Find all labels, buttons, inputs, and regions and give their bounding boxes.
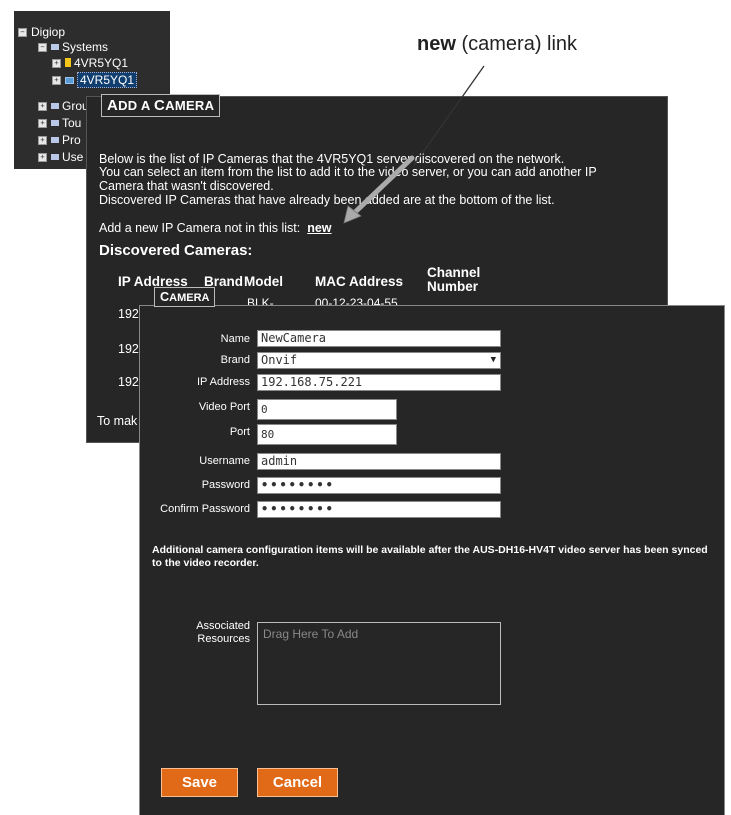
server-icon — [65, 58, 71, 68]
folder-icon — [51, 102, 59, 109]
tree-node-tours[interactable]: + Tou — [38, 115, 81, 131]
folder-icon — [51, 43, 59, 50]
camera-form-panel: Name NewCamera Brand Onvif ▼ IP Address … — [139, 305, 725, 815]
confirm-password-input[interactable]: •••••••• — [257, 501, 501, 518]
footer-text: To mak — [97, 414, 138, 428]
tree-label: 4VR5YQ1 — [74, 56, 129, 70]
expand-icon[interactable]: + — [38, 136, 47, 146]
port-value: 80 — [261, 428, 275, 441]
row-2-ip[interactable]: 192 — [118, 342, 139, 356]
tree-node-systems[interactable]: − Systems — [38, 39, 108, 55]
discovered-cameras-heading: Discovered Cameras: — [99, 242, 253, 259]
video-port-value: 0 — [261, 403, 268, 416]
save-button[interactable]: Save — [161, 768, 238, 797]
col-channel-number[interactable]: Channel Number — [427, 266, 480, 294]
resources-label-line-1: Associated — [196, 620, 250, 632]
col-channel-line-2: Number — [427, 279, 479, 294]
ip-address-label: IP Address — [197, 376, 250, 388]
row-1-ip[interactable]: 192 — [118, 307, 139, 321]
add-camera-title: ADD A CAMERA — [101, 94, 221, 117]
camera-title: CAMERA — [154, 287, 216, 307]
tree-label: Pro — [62, 133, 81, 147]
cancel-button[interactable]: Cancel — [257, 768, 338, 797]
name-input[interactable]: NewCamera — [257, 330, 501, 347]
collapse-icon[interactable]: − — [38, 43, 47, 53]
tree-label: Use — [62, 150, 84, 164]
expand-icon[interactable]: + — [38, 102, 47, 112]
tree-label: Digiop — [31, 25, 66, 39]
chevron-down-icon: ▼ — [490, 355, 496, 365]
tree-node-server-2[interactable]: +4VR5YQ1 — [52, 72, 138, 88]
col-channel-line-1: Channel — [427, 265, 481, 280]
associated-resources-label: Associated Resources — [140, 620, 250, 646]
tree-node-groups[interactable]: + Grou — [38, 98, 89, 114]
intro-text-3: Camera that wasn't discovered. — [99, 179, 274, 193]
tree-node-profiles[interactable]: + Pro — [38, 132, 81, 148]
intro-text-2: You can select an item from the list to … — [99, 165, 597, 179]
tree-node-digiop[interactable]: − Digiop — [18, 24, 65, 40]
intro-text-4: Discovered IP Cameras that have already … — [99, 193, 555, 207]
expand-icon[interactable]: + — [38, 153, 47, 163]
brand-label: Brand — [220, 354, 250, 366]
tree-node-server-1[interactable]: +4VR5YQ1 — [52, 55, 128, 71]
tree-label-selected: 4VR5YQ1 — [77, 72, 138, 88]
folder-icon — [51, 119, 59, 126]
sync-note: Additional camera configuration items wi… — [152, 544, 708, 569]
brand-value: Onvif — [261, 353, 298, 367]
tree-label: Tou — [62, 116, 82, 130]
add-new-label: Add a new IP Camera not in this list: — [99, 221, 301, 235]
collapse-icon[interactable]: − — [18, 28, 27, 38]
confirm-password-label: Confirm Password — [160, 503, 250, 515]
brand-select[interactable]: Onvif ▼ — [257, 352, 501, 369]
port-label: Port — [229, 426, 250, 438]
folder-icon — [51, 153, 59, 160]
annotation-bold: new — [417, 33, 456, 55]
tree-label: Grou — [62, 99, 89, 113]
annotation-text: (camera) link — [455, 33, 578, 55]
expand-icon[interactable]: + — [52, 76, 61, 86]
name-label: Name — [220, 333, 250, 345]
password-input[interactable]: •••••••• — [257, 477, 501, 494]
tree-node-users[interactable]: + Use — [38, 149, 83, 165]
port-stepper[interactable]: 80 ▲▼ — [257, 424, 397, 445]
tree-label: Systems — [62, 40, 109, 54]
associated-resources-dropzone[interactable]: Drag Here To Add — [257, 622, 501, 705]
resources-label-line-2: Resources — [197, 633, 250, 645]
expand-icon[interactable]: + — [38, 119, 47, 129]
folder-icon — [51, 136, 59, 143]
expand-icon[interactable]: + — [52, 59, 61, 69]
password-label: Password — [201, 479, 250, 491]
monitor-icon — [65, 77, 74, 85]
annotation-callout: new (camera) link — [417, 33, 577, 56]
username-input[interactable]: admin — [257, 453, 501, 470]
ip-address-input[interactable]: 192.168.75.221 — [257, 374, 501, 391]
username-label: Username — [199, 455, 250, 467]
new-camera-link[interactable]: new — [307, 221, 331, 235]
video-port-stepper[interactable]: 0 ▲▼ — [257, 399, 397, 420]
add-new-row: Add a new IP Camera not in this list: ne… — [99, 221, 332, 236]
col-model[interactable]: Model — [244, 275, 283, 289]
video-port-label: Video Port — [198, 401, 250, 413]
col-mac-address[interactable]: MAC Address — [315, 275, 403, 289]
row-3-ip[interactable]: 192 — [118, 375, 139, 389]
